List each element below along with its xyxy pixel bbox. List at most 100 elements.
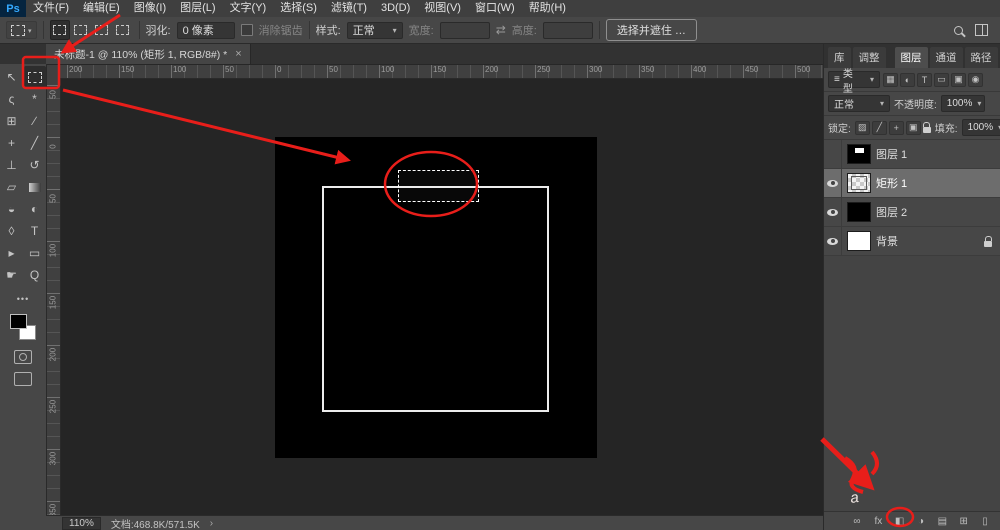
feather-input[interactable]: 0 像素	[177, 22, 235, 39]
lock-artboard-icon[interactable]: ▣	[906, 121, 921, 135]
filter-smart-object-icon[interactable]: ▣	[951, 73, 966, 87]
layer-thumbnail[interactable]	[847, 231, 871, 251]
menu-item[interactable]: 滤镜(T)	[324, 0, 374, 17]
add-selection-icon[interactable]	[71, 20, 91, 40]
filter-type-dropdown[interactable]: ≡ 类型	[828, 71, 880, 88]
opacity-dropdown[interactable]: 100%	[941, 95, 985, 112]
intersect-selection-icon[interactable]	[113, 20, 133, 40]
blend-mode-dropdown[interactable]: 正常	[828, 95, 890, 112]
new-selection-icon[interactable]	[50, 20, 70, 40]
clone-stamp-tool[interactable]: ⊥	[1, 154, 23, 176]
healing-brush-tool[interactable]: +	[1, 132, 23, 154]
canvas-document[interactable]	[275, 137, 597, 458]
workspace-switcher-icon[interactable]	[975, 24, 988, 36]
filter-icons: ▦◐T▭▣◉	[883, 73, 983, 87]
close-tab-icon[interactable]: ×	[235, 48, 241, 60]
filter-adjustment-icon[interactable]: ◐	[900, 73, 915, 87]
menu-item[interactable]: 3D(D)	[374, 0, 417, 17]
menu-item[interactable]: 图层(L)	[173, 0, 222, 17]
lasso-tool[interactable]: ς	[1, 88, 23, 110]
crop-tool[interactable]: ⊞	[1, 110, 23, 132]
new-group-icon[interactable]: ▤	[935, 516, 949, 527]
adjustment-layer-icon[interactable]: ◑	[914, 516, 928, 527]
lock-transparency-icon[interactable]: ▨	[855, 121, 870, 135]
menu-item[interactable]: 窗口(W)	[468, 0, 522, 17]
ruler-label: 0	[277, 65, 281, 74]
layer-row[interactable]: 图层 2	[824, 198, 1000, 227]
layer-row[interactable]: 图层 1	[824, 140, 1000, 169]
status-expand-icon[interactable]: ›	[210, 518, 213, 529]
menu-item[interactable]: 图像(I)	[127, 0, 173, 17]
fill-dropdown[interactable]: 100%	[962, 119, 1000, 136]
layer-thumbnail[interactable]	[847, 144, 871, 164]
rect-marquee-tool[interactable]	[24, 66, 46, 88]
search-icon[interactable]	[954, 26, 963, 35]
panel-tab-路径[interactable]: 路径	[965, 47, 998, 68]
magic-wand-tool[interactable]: *	[24, 88, 46, 110]
document-tab[interactable]: 未标题-1 @ 110% (矩形 1, RGB/8#) * ×	[46, 44, 251, 64]
visibility-toggle[interactable]	[824, 198, 842, 226]
menu-item[interactable]: 编辑(E)	[76, 0, 127, 17]
path-select-tool[interactable]: ▸	[1, 242, 23, 264]
gradient-tool[interactable]	[24, 176, 46, 198]
panel-tab-通道[interactable]: 通道	[930, 47, 963, 68]
menu-item[interactable]: 文字(Y)	[223, 0, 274, 17]
hand-tool[interactable]: ☛	[1, 264, 23, 286]
filter-pixel-icon[interactable]: ▦	[883, 73, 898, 87]
screen-mode-icon[interactable]	[14, 372, 32, 386]
lock-position-icon[interactable]: +	[889, 121, 904, 135]
width-input[interactable]	[440, 22, 490, 39]
quick-mask-icon[interactable]	[14, 350, 32, 364]
more-tools-icon[interactable]: •••	[0, 294, 46, 304]
tool-preset-dropdown[interactable]	[6, 21, 37, 39]
layer-thumbnail[interactable]	[847, 202, 871, 222]
panel-tab-图层[interactable]: 图层	[895, 47, 928, 68]
menu-item[interactable]: 视图(V)	[417, 0, 468, 17]
layer-style-icon[interactable]: fx	[871, 516, 885, 527]
ruler-origin-corner[interactable]	[46, 64, 61, 79]
history-brush-tool[interactable]: ↺	[24, 154, 46, 176]
brush-icon: ╱	[31, 137, 38, 149]
swap-dimensions-icon[interactable]: ⇄	[496, 23, 506, 37]
eraser-tool[interactable]: ▱	[1, 176, 23, 198]
blur-tool[interactable]: ◒	[1, 198, 23, 220]
filter-shape-icon[interactable]: ▭	[934, 73, 949, 87]
foreground-color-swatch[interactable]	[10, 314, 27, 329]
lock-pixels-icon[interactable]: ╱	[872, 121, 887, 135]
filter-type-icon[interactable]: T	[917, 73, 932, 87]
layer-mask-icon[interactable]: ◧	[893, 516, 907, 527]
visibility-toggle[interactable]	[824, 227, 842, 255]
type-tool[interactable]: T	[24, 220, 46, 242]
lock-all-icon[interactable]	[923, 122, 931, 133]
subtract-selection-icon[interactable]	[92, 20, 112, 40]
shape-tool[interactable]: ▭	[24, 242, 46, 264]
height-input[interactable]	[543, 22, 593, 39]
ruler-label: 0	[49, 140, 58, 154]
select-and-mask-button[interactable]: 选择并遮住 …	[606, 19, 697, 41]
link-layers-icon[interactable]: ∞	[850, 516, 864, 527]
marquee-selection[interactable]	[398, 170, 479, 202]
visibility-toggle[interactable]	[824, 140, 842, 168]
style-dropdown[interactable]: 正常	[347, 22, 403, 39]
vertical-ruler[interactable]: 50050100150200250300350	[46, 78, 61, 515]
horizontal-ruler[interactable]: 2001501005005010015020025030035040045050…	[60, 64, 823, 79]
new-layer-icon[interactable]: ⊞	[957, 516, 971, 527]
antialias-checkbox[interactable]	[241, 24, 253, 36]
delete-layer-icon[interactable]: ▯	[978, 516, 992, 527]
layer-row[interactable]: 矩形 1	[824, 169, 1000, 198]
menu-item[interactable]: 帮助(H)	[522, 0, 573, 17]
menu-item[interactable]: 选择(S)	[273, 0, 324, 17]
zoom-tool[interactable]: Q	[24, 264, 46, 286]
layer-thumbnail[interactable]	[847, 173, 871, 193]
eyedropper-tool[interactable]: ∕	[24, 110, 46, 132]
zoom-level-field[interactable]: 110%	[62, 517, 101, 530]
menu-item[interactable]: 文件(F)	[26, 0, 76, 17]
pen-tool[interactable]: ◊	[1, 220, 23, 242]
move-tool[interactable]: ↖	[1, 66, 23, 88]
layer-row[interactable]: 背景	[824, 227, 1000, 256]
dodge-tool[interactable]: ◐	[24, 198, 46, 220]
visibility-toggle[interactable]	[824, 169, 842, 197]
ruler-label: 450	[745, 65, 758, 74]
filter-toggle-icon[interactable]: ◉	[968, 73, 983, 87]
brush-tool[interactable]: ╱	[24, 132, 46, 154]
